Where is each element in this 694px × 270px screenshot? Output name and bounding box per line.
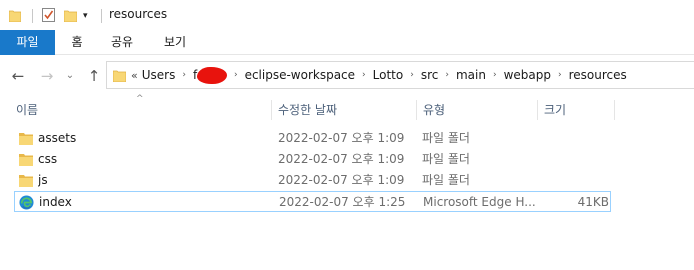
file-date-modified: 2022-02-07 오후 1:25 <box>279 195 406 209</box>
file-row-index[interactable]: index 2022-02-07 오후 1:25 Microsoft Edge … <box>14 191 611 212</box>
chevron-right-icon[interactable]: › <box>558 70 562 80</box>
file-row-assets[interactable]: assets 2022-02-07 오후 1:09 파일 폴더 <box>14 128 611 149</box>
column-headers: ^ 이름 수정한 날짜 유형 크기 <box>0 94 694 122</box>
file-name: css <box>38 152 58 166</box>
toolbar-divider <box>101 9 102 23</box>
file-date-modified: 2022-02-07 오후 1:09 <box>278 152 405 166</box>
folder-icon <box>19 175 33 187</box>
breadcrumb-webapp[interactable]: webapp <box>504 68 551 82</box>
customize-toolbar-dropdown[interactable]: ▾ <box>83 10 93 22</box>
chevron-right-icon[interactable]: › <box>493 70 497 80</box>
file-size: 41KB <box>577 195 609 209</box>
breadcrumb-resources[interactable]: resources <box>569 68 627 82</box>
breadcrumb-eclipse-workspace[interactable]: eclipse-workspace <box>245 68 355 82</box>
file-row-css[interactable]: css 2022-02-07 오후 1:09 파일 폴더 <box>14 149 611 170</box>
file-type: 파일 폴더 <box>422 173 470 187</box>
file-size <box>542 149 608 170</box>
navigation-bar: ← → ⌄ ↑ « Users › f › eclipse-workspace … <box>0 56 694 96</box>
redaction-mark <box>196 67 227 84</box>
breadcrumb-main[interactable]: main <box>456 68 486 82</box>
file-name: js <box>38 173 48 187</box>
breadcrumb-overflow[interactable]: « <box>131 69 138 82</box>
file-name: index <box>39 195 72 209</box>
file-name: assets <box>38 131 77 145</box>
file-date-modified: 2022-02-07 오후 1:09 <box>278 173 405 187</box>
chevron-right-icon[interactable]: › <box>445 70 449 80</box>
breadcrumb-lotto[interactable]: Lotto <box>373 68 404 82</box>
column-header-type[interactable]: 유형 <box>416 100 537 120</box>
recent-locations-button[interactable]: ⌄ <box>63 65 77 87</box>
folder-icon <box>9 10 21 22</box>
file-size <box>542 170 608 191</box>
tab-share[interactable]: 공유 <box>104 30 140 55</box>
file-type: 파일 폴더 <box>422 152 470 166</box>
tab-view[interactable]: 보기 <box>155 30 195 55</box>
file-type: Microsoft Edge H... <box>423 195 536 209</box>
column-header-name[interactable]: 이름 <box>10 100 272 120</box>
properties-icon[interactable] <box>42 8 55 22</box>
folder-icon <box>19 133 33 145</box>
up-button[interactable]: ↑ <box>83 65 105 87</box>
edge-icon <box>19 195 34 210</box>
folder-icon <box>113 70 126 82</box>
address-bar[interactable]: « Users › f › eclipse-workspace › Lotto … <box>106 61 694 89</box>
chevron-right-icon[interactable]: › <box>234 70 238 80</box>
file-row-js[interactable]: js 2022-02-07 오후 1:09 파일 폴더 <box>14 170 611 191</box>
breadcrumb-user-redacted[interactable]: f <box>193 67 227 84</box>
breadcrumb-users[interactable]: Users <box>142 68 176 82</box>
file-type: 파일 폴더 <box>422 131 470 145</box>
file-size <box>542 128 608 149</box>
window-title: resources <box>109 7 168 21</box>
file-date-modified: 2022-02-07 오후 1:09 <box>278 131 405 145</box>
back-button[interactable]: ← <box>7 65 29 87</box>
ribbon: 파일 홈 공유 보기 <box>0 30 694 55</box>
chevron-right-icon[interactable]: › <box>362 70 366 80</box>
breadcrumb-src[interactable]: src <box>421 68 439 82</box>
new-folder-icon[interactable] <box>64 9 77 22</box>
toolbar-divider <box>32 9 33 23</box>
column-header-size[interactable]: 크기 <box>537 100 615 120</box>
forward-button[interactable]: → <box>36 65 58 87</box>
folder-icon <box>19 154 33 166</box>
title-bar: ▾ resources <box>0 0 694 30</box>
chevron-right-icon[interactable]: › <box>182 70 186 80</box>
tab-file[interactable]: 파일 <box>0 30 55 55</box>
breadcrumb: « Users › f › eclipse-workspace › Lotto … <box>131 62 627 88</box>
column-header-date-modified[interactable]: 수정한 날짜 <box>271 100 416 120</box>
chevron-right-icon[interactable]: › <box>410 70 414 80</box>
tab-home[interactable]: 홈 <box>60 30 94 55</box>
